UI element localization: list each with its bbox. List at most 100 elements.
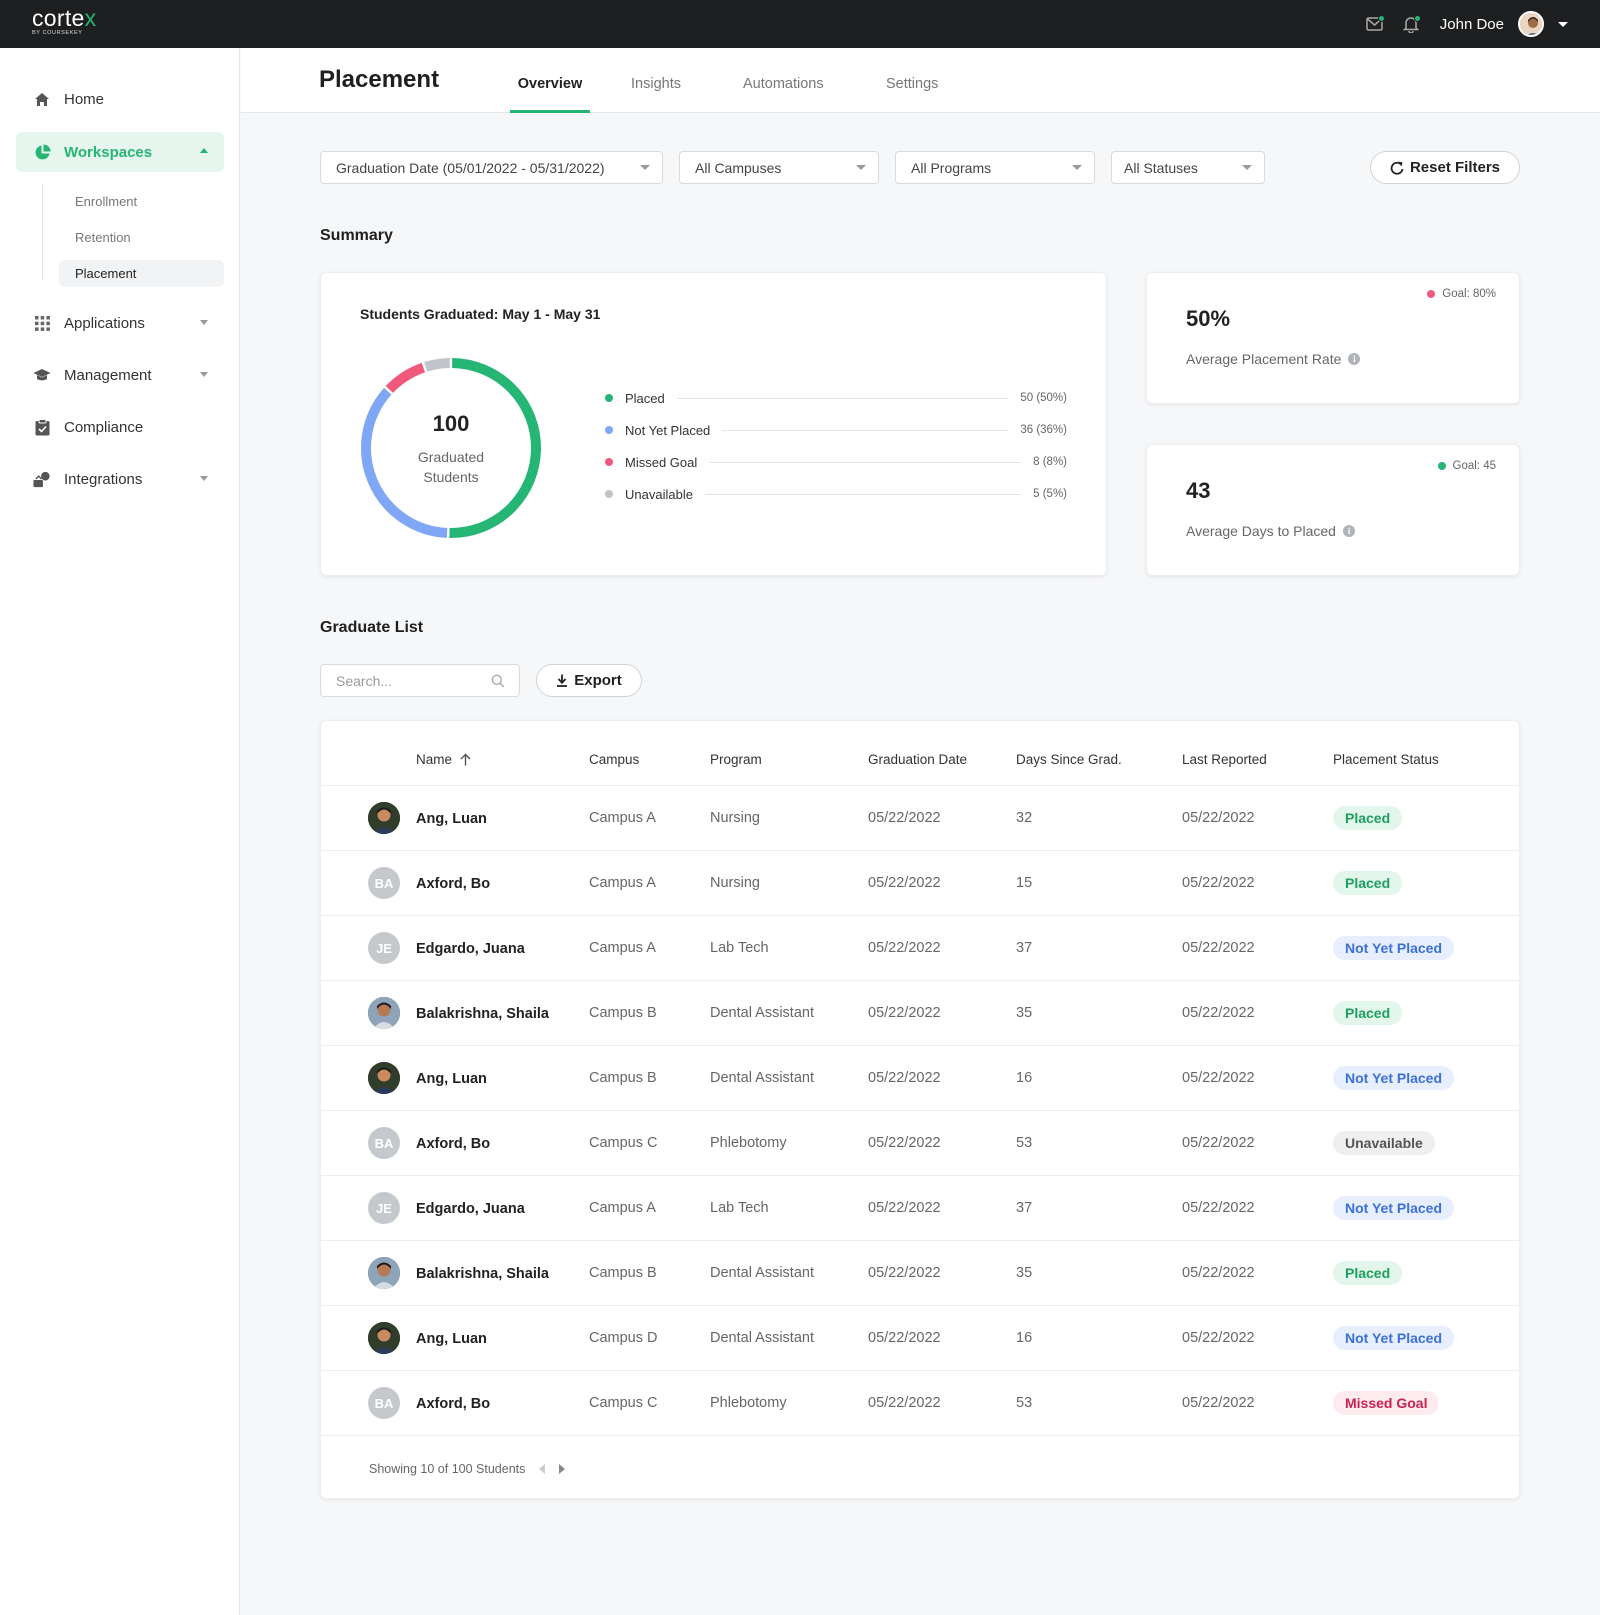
cell-days: 37 [1016,940,1033,956]
table-row[interactable]: Balakrishna, Shaila Campus B Dental Assist… [321,981,1521,1046]
table-row[interactable]: JE Edgardo, Juana Campus A Lab Tech 05/22/20… [321,1176,1521,1241]
legend-value: 36 (36%) [1020,424,1067,436]
graduate-table: Name Campus Program Graduation Date Days… [320,720,1521,1499]
donut-label-line-2: Students [423,469,479,485]
logo-wordmark: corte [32,5,85,31]
cell-program: Phlebotomy [710,1135,787,1151]
cell-name[interactable]: Ang, Luan [416,811,487,827]
sidebar-item-home[interactable]: Home [16,79,224,119]
status-badge: Missed Goal [1333,1391,1440,1415]
sidebar-item-integrations[interactable]: Integrations [16,459,224,499]
cell-name[interactable]: Axford, Bo [416,876,490,892]
graduation-cap-icon [33,366,51,384]
user-menu-chevron-icon[interactable] [1558,21,1568,27]
status-badge: Placed [1333,871,1403,895]
program-filter[interactable]: All Programs [895,151,1095,184]
sidebar-item-label: Compliance [64,418,144,436]
sidebar-subitem-enrollment[interactable]: Enrollment [59,188,224,215]
graduated-chart-card: Students Graduated: May 1 - May 31 100 G… [320,272,1107,576]
sidebar-item-workspaces[interactable]: Workspaces [16,132,224,172]
column-header-graduation-date[interactable]: Graduation Date [868,752,967,767]
legend-dot [605,394,613,402]
cell-last-reported: 05/22/2022 [1182,1265,1255,1281]
avatar: JE [368,1192,400,1224]
search-input[interactable] [336,672,486,689]
column-header-days-since-grad[interactable]: Days Since Grad. [1016,752,1122,767]
sidebar-item-label: Home [64,90,105,108]
next-page-icon[interactable] [559,1464,566,1474]
tab-insights[interactable]: Insights [631,76,681,113]
cortex-logo[interactable]: cortex BY COURSEKEY [32,5,96,37]
cell-campus: Campus B [589,1005,657,1021]
avatar [368,1062,400,1094]
table-row[interactable]: Ang, Luan Campus A Nursing 05/22/2022 32 05/2… [321,786,1521,851]
sidebar-item-applications[interactable]: Applications [16,303,224,343]
cell-campus: Campus A [589,1200,656,1216]
integrations-icon [33,470,51,488]
cell-name[interactable]: Ang, Luan [416,1071,487,1087]
previous-page-icon[interactable] [539,1464,546,1474]
column-header-campus[interactable]: Campus [589,752,639,767]
tab-automations[interactable]: Automations [743,76,824,113]
mail-icon[interactable] [1364,13,1386,35]
cell-last-reported: 05/22/2022 [1182,1070,1255,1086]
cell-campus: Campus C [589,1135,658,1151]
cell-days: 53 [1016,1395,1033,1411]
column-header-last-reported[interactable]: Last Reported [1182,752,1267,767]
table-row[interactable]: Balakrishna, Shaila Campus B Dental Assist… [321,1241,1521,1306]
legend-item-unavailable: Unavailable 5 (5%) [605,484,1067,504]
sidebar-subitem-placement[interactable]: Placement [59,260,224,287]
cell-name[interactable]: Balakrishna, Shaila [416,1266,549,1282]
table-row[interactable]: Ang, Luan Campus D Dental Assistant 05/22/2… [321,1306,1521,1371]
info-icon[interactable]: i [1348,353,1361,365]
status-badge: Not Yet Placed [1333,1066,1455,1090]
chevron-down-icon [200,320,208,325]
reset-filters-button[interactable]: Reset Filters [1370,151,1520,184]
sidebar-item-label: Applications [64,314,145,332]
cell-program: Lab Tech [710,940,769,956]
graduate-list-heading: Graduate List [320,619,424,636]
graduation-date-filter[interactable]: Graduation Date (05/01/2022 - 05/31/2022… [320,151,663,184]
export-button[interactable]: Export [536,664,642,697]
table-row[interactable]: Ang, Luan Campus B Dental Assistant 05/22/2… [321,1046,1521,1111]
column-header-program[interactable]: Program [710,752,762,767]
pie-chart-icon [33,143,51,161]
cell-grad-date: 05/22/2022 [868,875,941,891]
user-name[interactable]: John Doe [1440,16,1504,33]
tab-settings[interactable]: Settings [886,76,938,113]
cell-name[interactable]: Edgardo, Juana [416,941,525,957]
table-row[interactable]: JE Edgardo, Juana Campus A Lab Tech 05/22/20… [321,916,1521,981]
search-field[interactable] [320,664,520,697]
legend-dot [605,458,613,466]
status-badge: Placed [1333,1261,1403,1285]
avatar: JE [368,932,400,964]
campus-filter[interactable]: All Campuses [679,151,879,184]
cell-name[interactable]: Balakrishna, Shaila [416,1006,549,1022]
bell-icon[interactable] [1400,13,1422,35]
cell-grad-date: 05/22/2022 [868,1070,941,1086]
chevron-down-icon [200,476,208,481]
sidebar-item-compliance[interactable]: Compliance [16,407,224,447]
info-icon[interactable]: i [1342,525,1355,537]
chevron-up-icon [200,148,208,153]
cell-name[interactable]: Axford, Bo [416,1136,490,1152]
sidebar-item-management[interactable]: Management [16,355,224,395]
tab-overview[interactable]: Overview [510,76,590,113]
status-filter[interactable]: All Statuses [1111,151,1265,184]
cell-name[interactable]: Ang, Luan [416,1331,487,1347]
user-avatar[interactable] [1518,11,1544,37]
cell-last-reported: 05/22/2022 [1182,875,1255,891]
cell-name[interactable]: Edgardo, Juana [416,1201,525,1217]
table-row[interactable]: BA Axford, Bo Campus A Nursing 05/22/2022 15 0… [321,851,1521,916]
column-header-placement-status[interactable]: Placement Status [1333,752,1439,767]
table-row[interactable]: BA Axford, Bo Campus C Phlebotomy 05/22/2022… [321,1111,1521,1176]
cell-days: 53 [1016,1135,1033,1151]
sidebar-item-label: Workspaces [64,143,153,161]
legend-dot [605,490,613,498]
table-row[interactable]: BA Axford, Bo Campus C Phlebotomy 05/22/2022… [321,1371,1521,1436]
legend-value: 50 (50%) [1020,392,1067,404]
cell-name[interactable]: Axford, Bo [416,1396,490,1412]
sidebar-subitem-retention[interactable]: Retention [59,224,224,251]
donut-label-line-1: Graduated [417,449,485,465]
column-header-name[interactable]: Name [416,752,471,767]
